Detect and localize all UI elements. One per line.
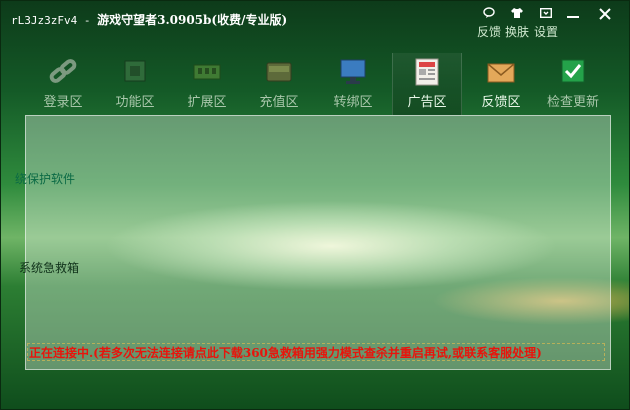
skin-button[interactable]: 换肤 xyxy=(503,7,531,40)
title-bar: rL3Jz3zFv4 - 游戏守望者3.0905b(收费/专业版) 反馈 换肤 … xyxy=(1,1,629,39)
feedback-button[interactable]: 反馈 xyxy=(475,7,503,40)
nav-check-update[interactable]: 检查更新 xyxy=(539,53,607,115)
monitor-icon xyxy=(337,57,369,87)
nav-recharge[interactable]: 充值区 xyxy=(245,53,313,115)
envelope-icon xyxy=(485,57,517,87)
nav-feedback[interactable]: 反馈区 xyxy=(467,53,535,115)
app-window: rL3Jz3zFv4 - 游戏守望者3.0905b(收费/专业版) 反馈 换肤 … xyxy=(0,0,630,410)
memory-module-icon xyxy=(191,57,223,87)
tshirt-icon xyxy=(503,7,531,21)
close-icon xyxy=(599,8,611,20)
checkbox-icon xyxy=(557,57,589,87)
nav-functions[interactable]: 功能区 xyxy=(101,53,169,115)
close-button[interactable] xyxy=(595,7,615,23)
nav-transfer[interactable]: 转绑区 xyxy=(319,53,387,115)
window-title: rL3Jz3zFv4 - 游戏守望者3.0905b(收费/专业版) xyxy=(11,13,288,27)
app-title: 游戏守望者3.0905b(收费/专业版) xyxy=(97,13,288,27)
nav-login[interactable]: 登录区 xyxy=(29,53,97,115)
window-id: rL3Jz3zFv4 xyxy=(11,14,78,27)
settings-button[interactable]: 设置 xyxy=(532,7,560,40)
sidebar-item-system-rescue[interactable]: 系统急救箱 xyxy=(19,259,79,276)
sidebar-item-protect-software[interactable]: 绕保护软件 xyxy=(15,170,75,187)
newspaper-icon xyxy=(411,57,443,87)
minimize-icon xyxy=(567,16,579,18)
chip-icon xyxy=(119,57,151,87)
chain-link-icon xyxy=(47,57,79,87)
settings-icon xyxy=(532,7,560,21)
connection-status-link[interactable]: 正在连接中.(若多次无法连接请点此下载360急救箱用强力模式查杀并重启再试,或联… xyxy=(27,343,605,361)
content-panel xyxy=(25,115,611,370)
nav-ads[interactable]: 广告区 xyxy=(392,53,462,115)
main-nav: 登录区 功能区 扩展区 充值区 转绑区 广告区 反馈区 检查更新 xyxy=(1,53,629,115)
nav-extensions[interactable]: 扩展区 xyxy=(173,53,241,115)
minimize-button[interactable] xyxy=(563,7,583,23)
wallet-icon xyxy=(263,57,295,87)
chat-bubble-icon xyxy=(475,7,503,21)
